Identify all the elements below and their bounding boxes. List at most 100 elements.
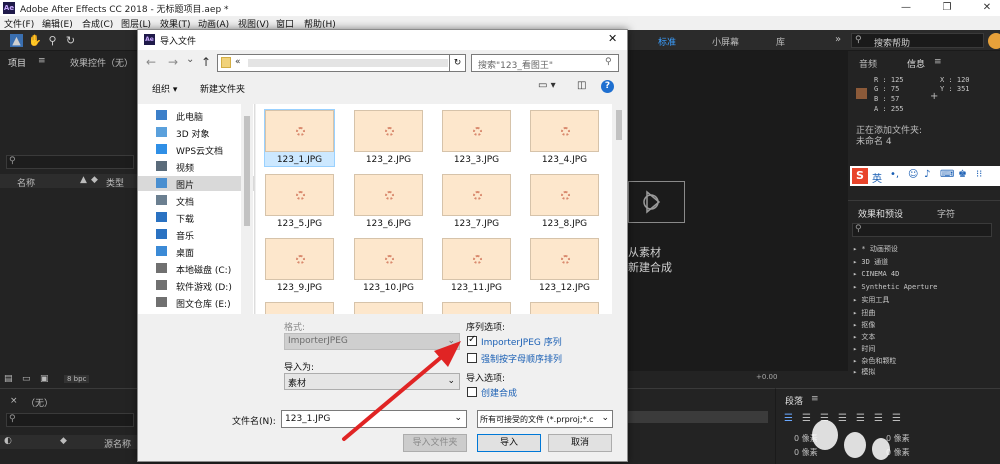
import-button[interactable]: 导入 <box>477 434 541 452</box>
new-folder-button[interactable]: 新建文件夹 <box>200 82 245 95</box>
ime-emoji-icon[interactable]: ☺ <box>908 169 918 180</box>
justify-last-left-icon[interactable]: ☰ <box>838 413 847 424</box>
workspace-library[interactable]: 库 <box>776 35 785 48</box>
info-tab-menu-icon[interactable]: ≡ <box>934 57 942 67</box>
nav-item-drive-c[interactable]: 本地磁盘 (C:) <box>138 261 254 276</box>
new-comp-from-footage-line2[interactable]: 新建合成 <box>628 259 672 275</box>
timeline-close-icon[interactable]: × <box>10 396 18 406</box>
new-comp-from-footage-line1[interactable]: 从素材 <box>628 244 661 260</box>
zoom-tool-icon[interactable]: ⚲ <box>46 34 59 47</box>
file-tile[interactable] <box>442 302 511 314</box>
nav-item-downloads[interactable]: 下载 <box>138 210 254 225</box>
file-tile[interactable]: 123_4.JPG <box>530 110 599 166</box>
exposure-value[interactable]: +0.00 <box>756 373 777 381</box>
nav-scroll-thumb[interactable] <box>244 116 250 226</box>
ime-skin-icon[interactable]: ♚ <box>958 169 967 180</box>
timeline-comp-tab[interactable]: （无） <box>26 396 53 409</box>
folder-search-input[interactable]: 搜索"123_看图王" ⚲ <box>471 54 619 72</box>
project-tab[interactable]: 项目 <box>8 56 26 69</box>
nav-item-pictures[interactable]: 图片 <box>138 176 254 191</box>
new-comp-icon[interactable]: ▣ <box>40 374 49 384</box>
nav-item-3d-objects[interactable]: 3D 对象 <box>138 125 254 140</box>
timeline-search-input[interactable]: ⚲ <box>6 413 134 427</box>
ime-punct-icon[interactable]: •, <box>890 169 899 180</box>
audio-tab[interactable]: 音频 <box>859 57 877 70</box>
path-overflow[interactable]: « <box>235 57 241 67</box>
rotate-tool-icon[interactable]: ↻ <box>64 34 77 47</box>
justify-last-right-icon[interactable]: ☰ <box>874 413 883 424</box>
selection-tool-icon[interactable]: ▲ <box>10 34 23 47</box>
file-tile[interactable]: 123_6.JPG <box>354 174 423 230</box>
effects-item[interactable]: ▸ 3D 通道 <box>853 257 888 267</box>
effects-item[interactable]: ▸ Synthetic Aperture <box>853 283 937 291</box>
file-tile[interactable]: 123_5.JPG <box>265 174 334 230</box>
effects-item[interactable]: ▸ 扭曲 <box>853 308 875 318</box>
grid-scroll-thumb[interactable] <box>616 110 622 140</box>
effects-item[interactable]: ▸ CINEMA 4D <box>853 270 899 278</box>
label-tag-icon[interactable]: ◆ <box>60 436 67 446</box>
file-tile[interactable] <box>265 302 334 314</box>
dialog-close-button[interactable]: ✕ <box>608 32 617 45</box>
workspace-small-screen[interactable]: 小屏幕 <box>712 35 739 48</box>
forward-button[interactable]: → <box>168 55 178 69</box>
organize-menu[interactable]: 组织 ▾ <box>152 82 177 95</box>
refresh-button[interactable]: ↻ <box>449 54 466 72</box>
column-source-name[interactable]: 源名称 <box>104 437 131 450</box>
label-tag-icon[interactable]: ◆ <box>91 175 98 185</box>
interpret-footage-icon[interactable]: ▤ <box>4 374 13 384</box>
ime-voice-icon[interactable]: ♪ <box>924 169 930 180</box>
character-tab[interactable]: 字符 <box>937 207 955 220</box>
sogou-ime-icon[interactable]: S <box>852 168 868 184</box>
effects-item[interactable]: ▸ * 动画预设 <box>853 244 898 254</box>
file-tile[interactable] <box>354 302 423 314</box>
justify-all-icon[interactable]: ☰ <box>892 413 901 424</box>
nav-item-documents[interactable]: 文档 <box>138 193 254 208</box>
bit-depth-button[interactable]: 8 bpc <box>64 375 90 383</box>
nav-item-wps-cloud[interactable]: WPS云文档 <box>138 142 254 157</box>
file-tile[interactable]: 123_1.JPG <box>264 109 335 167</box>
effects-item[interactable]: ▸ 文本 <box>853 332 875 342</box>
close-window-button[interactable]: ✕ <box>980 1 994 15</box>
back-button[interactable]: ← <box>146 55 156 69</box>
justify-last-center-icon[interactable]: ☰ <box>856 413 865 424</box>
address-bar[interactable]: « <box>217 54 465 72</box>
paragraph-tab-menu-icon[interactable]: ≡ <box>811 394 819 404</box>
info-tab[interactable]: 信息 <box>907 57 925 70</box>
file-tile[interactable]: 123_12.JPG <box>530 238 599 294</box>
effects-item[interactable]: ▸ 杂色和颗粒 <box>853 356 896 366</box>
column-type[interactable]: 类型 <box>106 176 124 189</box>
ime-keyboard-icon[interactable]: ⌨ <box>940 169 954 180</box>
ime-menu-icon[interactable]: ⁝⁝ <box>976 169 982 180</box>
effects-presets-tab[interactable]: 效果和预设 <box>858 207 903 220</box>
effects-item[interactable]: ▸ 抠像 <box>853 320 875 330</box>
file-tile[interactable]: 123_8.JPG <box>530 174 599 230</box>
nav-item-desktop[interactable]: 桌面 <box>138 244 254 259</box>
menu-edit[interactable]: 编辑(E) <box>42 17 73 30</box>
timeline-zoom-slider[interactable] <box>628 411 768 423</box>
project-search-input[interactable]: ⚲ <box>6 155 134 169</box>
preview-pane-icon[interactable]: ◫ <box>577 80 586 91</box>
workspace-standard[interactable]: 标准 <box>658 35 676 48</box>
file-type-select[interactable]: 所有可接受的文件 (*.prproj;*.c ⌄ <box>477 410 613 428</box>
workspace-more-icon[interactable]: » <box>835 34 841 45</box>
align-center-icon[interactable]: ☰ <box>802 413 811 424</box>
space-before-value[interactable]: 0 像素 <box>794 447 818 458</box>
create-comp-label[interactable]: 创建合成 <box>481 386 517 399</box>
menu-file[interactable]: 文件(F) <box>4 17 34 30</box>
sequence-checkbox-label[interactable]: ImporterJPEG 序列 <box>481 335 562 348</box>
help-icon[interactable]: ? <box>601 80 614 93</box>
file-tile[interactable]: 123_2.JPG <box>354 110 423 166</box>
user-avatar[interactable] <box>988 33 1000 49</box>
file-tile[interactable] <box>530 302 599 314</box>
file-tile[interactable]: 123_3.JPG <box>442 110 511 166</box>
maximize-button[interactable]: ❐ <box>940 1 954 15</box>
effects-search-input[interactable]: ⚲ <box>852 223 992 237</box>
file-grid-scrollbar[interactable] <box>612 104 626 314</box>
nav-item-drive-e[interactable]: 图文仓库 (E:) <box>138 295 254 310</box>
file-tile[interactable]: 123_9.JPG <box>265 238 334 294</box>
view-options-icon[interactable]: ▭ ▾ <box>538 80 556 91</box>
effects-item[interactable]: ▸ 实用工具 <box>853 295 889 305</box>
cancel-button[interactable]: 取消 <box>548 434 612 452</box>
nav-pane-scrollbar[interactable] <box>241 104 253 314</box>
ime-lang-toggle[interactable]: 英 <box>872 170 882 185</box>
